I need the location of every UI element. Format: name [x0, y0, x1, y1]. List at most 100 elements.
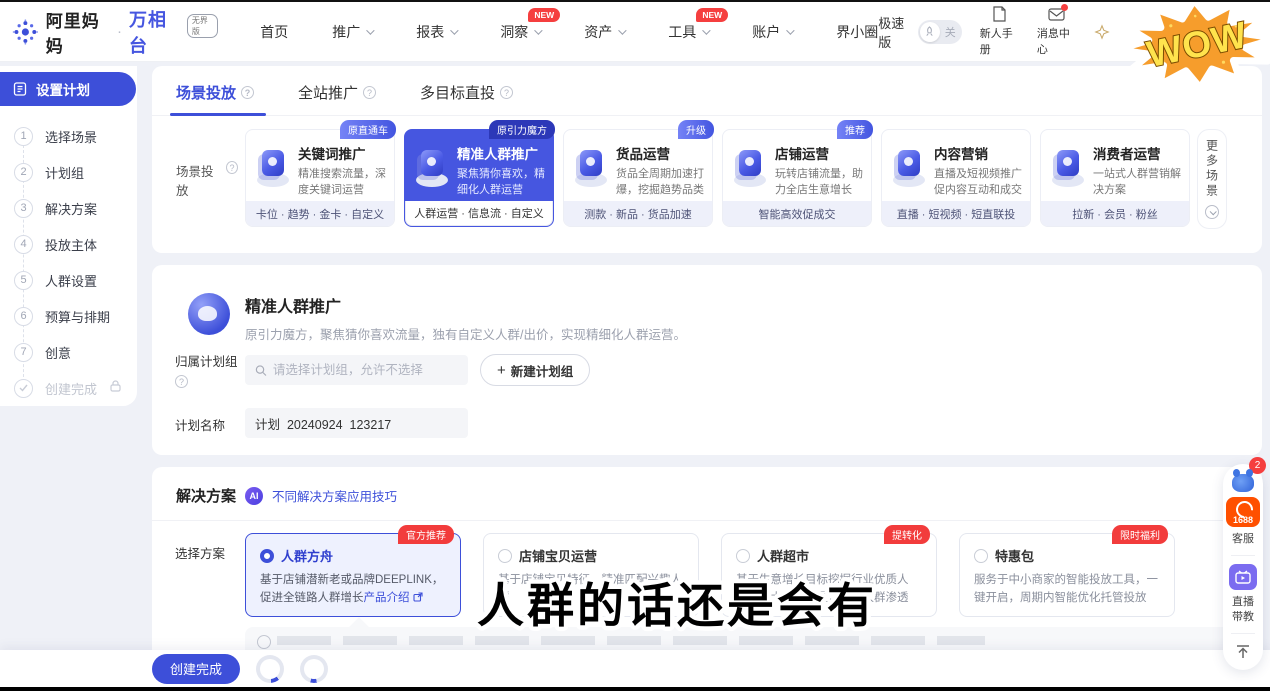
- speed-mode-label: 极速版: [878, 13, 911, 51]
- help-icon[interactable]: [175, 375, 188, 388]
- option-audience-ark[interactable]: 官方推荐 人群方舟 基于店铺潜新老或品牌DEEPLINK，促进全链路人群增长产品…: [245, 533, 461, 617]
- newbie-manual[interactable]: 新人手册: [980, 6, 1019, 57]
- option-title: 人群方舟: [281, 546, 333, 565]
- search-icon: [255, 364, 267, 377]
- step-label: 解决方案: [45, 199, 97, 218]
- scene-row-label: 场景投放: [176, 129, 238, 229]
- nav-item-account[interactable]: 账户: [752, 22, 792, 42]
- message-center[interactable]: 消息中心: [1037, 7, 1076, 57]
- radio-icon[interactable]: [498, 549, 512, 563]
- create-complete-button[interactable]: 创建完成: [152, 654, 240, 684]
- app-screen: 阿里妈妈 · 万相台 无界版 首页 推广 报表 洞察NEW 资产 工具NEW 账…: [0, 0, 1270, 691]
- scene-card-consumer[interactable]: 消费者运营 一站式人群营销解决方案 拉新 · 会员 · 粉丝: [1040, 129, 1190, 227]
- progress-ring-2[interactable]: [300, 655, 328, 683]
- help-icon[interactable]: [500, 86, 513, 99]
- scene-desc: 玩转店铺流量，助力全店生意增长: [775, 167, 863, 199]
- product-intro-link[interactable]: 产品介绍: [364, 592, 410, 604]
- radio-icon[interactable]: [974, 549, 988, 563]
- scene-card-goods[interactable]: 升级 货品运营 货品全周期加速打爆，挖掘趋势品类 测款 · 新品 · 货品加速: [563, 129, 713, 227]
- live-teaching-icon[interactable]: [1229, 564, 1257, 590]
- scene-tags: 直播 · 短视频 · 短直联投: [882, 201, 1030, 226]
- option-badge: 官方推荐: [398, 525, 454, 544]
- store-3d-icon: [731, 149, 769, 187]
- step-budget[interactable]: 6 预算与排期: [14, 298, 137, 334]
- step-number: 5: [14, 271, 33, 290]
- nav-item-tools[interactable]: 工具NEW: [668, 22, 708, 42]
- progress-ring-1[interactable]: [256, 655, 284, 683]
- scene-card-store[interactable]: 推荐 店铺运营 玩转店铺流量，助力全店生意增长 智能高效促成交: [722, 129, 872, 227]
- step-creative[interactable]: 7创意: [14, 334, 137, 370]
- chevron-down-icon: [618, 26, 626, 34]
- scene-card-content[interactable]: 内容营销 直播及短视频推广促内容互动和成交 直播 · 短视频 · 短直联投: [881, 129, 1031, 227]
- help-icon[interactable]: [226, 161, 238, 174]
- brand-edition-badge: 无界版: [187, 14, 218, 38]
- step-label: 预算与排期: [45, 307, 110, 326]
- radio-icon[interactable]: [736, 549, 750, 563]
- step-label: 选择场景: [45, 127, 97, 146]
- new-badge: NEW: [528, 8, 560, 22]
- step-audience[interactable]: 5人群设置: [14, 262, 137, 298]
- help-icon[interactable]: [241, 86, 254, 99]
- option-badge: 提转化: [884, 525, 930, 544]
- live-teaching-label[interactable]: 直播 带教: [1232, 595, 1254, 625]
- new-plan-group-button[interactable]: + 新建计划组: [480, 354, 590, 386]
- scene-card-audience[interactable]: 原引力魔方 精准人群推广 聚焦猜你喜欢，精细化人群运营 人群运营 · 信息流 ·…: [404, 129, 554, 227]
- nav-item-promotion[interactable]: 推广: [332, 22, 372, 42]
- wow-sticker: WOW: [1105, 0, 1270, 98]
- main-nav: 首页 推广 报表 洞察NEW 资产 工具NEW 账户 界小圈: [260, 22, 878, 42]
- plan-doc-icon: [13, 82, 27, 96]
- plan-group-input[interactable]: [273, 363, 458, 377]
- customer-service-label[interactable]: 客服: [1232, 532, 1254, 547]
- nav-item-jiexiaoquan[interactable]: 界小圈: [836, 22, 878, 42]
- mascot-icon[interactable]: [1232, 474, 1254, 492]
- step-target[interactable]: 4投放主体: [14, 226, 137, 262]
- solution-tips-link[interactable]: 不同解决方案应用技巧: [272, 486, 397, 505]
- tab-scene-delivery[interactable]: 场景投放: [176, 82, 254, 103]
- tab-sitewide[interactable]: 全站推广: [298, 82, 376, 103]
- scene-card-keyword[interactable]: 原直通车 关键词推广 精准搜索流量，深度关键词运营 卡位 · 趋势 · 金卡 ·…: [245, 129, 395, 227]
- option-badge: 限时福利: [1112, 525, 1168, 544]
- option-special-package[interactable]: 限时福利 特惠包 服务于中小商家的智能投放工具，一键开启，周期内智能优化托管投放: [959, 533, 1175, 617]
- step-label: 创意: [45, 343, 71, 362]
- chevron-down-icon: [534, 26, 542, 34]
- wizard-steps: 1选择场景 2计划组 3解决方案 4投放主体 5人群设置 6预算与排期 7创意 …: [0, 106, 137, 406]
- step-select-scene[interactable]: 1选择场景: [14, 118, 137, 154]
- chevron-down-icon: [786, 26, 794, 34]
- nav-item-insight[interactable]: 洞察NEW: [500, 22, 540, 42]
- radio-selected-icon[interactable]: [260, 549, 274, 563]
- scene-title: 关键词推广: [298, 143, 386, 163]
- rocket-icon: [920, 22, 940, 42]
- plan-group-select[interactable]: [245, 355, 468, 385]
- scene-select-card: 场景投放 全站推广 多目标直投 场景投放 原直通车 关键词推广 精准搜索流量，深…: [152, 66, 1262, 253]
- audience-3d-icon: [413, 149, 451, 187]
- floating-helper-panel: 2 1688 客服 直播 带教: [1223, 464, 1263, 670]
- tab-multi-target[interactable]: 多目标直投: [420, 82, 513, 103]
- step-number: 6: [14, 307, 33, 326]
- nav-item-reports[interactable]: 报表: [416, 22, 456, 42]
- step-number: 3: [14, 199, 33, 218]
- nav-item-assets[interactable]: 资产: [584, 22, 624, 42]
- step-solution[interactable]: 3 解决方案: [14, 190, 137, 226]
- scene-tags: 卡位 · 趋势 · 金卡 · 自定义: [246, 201, 394, 226]
- plan-name-field[interactable]: [245, 408, 468, 438]
- truncated-tip-bar: [245, 627, 1245, 650]
- option-store-item[interactable]: 店铺宝贝运营 基于店铺宝贝特征，精准匹配兴趣人群: [483, 533, 699, 617]
- plan-basic-card: 精准人群推广 原引力魔方，聚焦猜你喜欢流量，独有自定义人群/出价，实现精细化人群…: [152, 265, 1262, 455]
- scene-title: 店铺运营: [775, 143, 863, 163]
- solution-options: 官方推荐 人群方舟 基于店铺潜新老或品牌DEEPLINK，促进全链路人群增长产品…: [245, 533, 1175, 617]
- back-to-top-button[interactable]: [1235, 642, 1251, 662]
- option-desc: 基于店铺宝贝特征，精准匹配兴趣人群: [498, 572, 684, 608]
- scene-title: 精准人群推广: [457, 143, 545, 163]
- speed-mode-toggle[interactable]: 关: [918, 20, 962, 44]
- sidebar-item-setup-plan[interactable]: 设置计划: [0, 72, 136, 106]
- option-desc: 服务于中小商家的智能投放工具，一键开启，周期内智能优化托管投放: [974, 572, 1160, 608]
- top-letterbox: [0, 0, 1270, 2]
- nav-item-home[interactable]: 首页: [260, 22, 288, 42]
- logo-1688-icon[interactable]: 1688: [1226, 497, 1260, 527]
- plan-name-input[interactable]: [255, 416, 458, 430]
- option-audience-market[interactable]: 提转化 人群超市 基于生意增长目标挖掘行业优质人群，扩大人群拿量，提升人群渗透: [721, 533, 937, 617]
- more-scenes-button[interactable]: 更多场景: [1197, 129, 1227, 229]
- help-icon[interactable]: [363, 86, 376, 99]
- step-plan-group[interactable]: 2计划组: [14, 154, 137, 190]
- check-icon: [14, 379, 33, 398]
